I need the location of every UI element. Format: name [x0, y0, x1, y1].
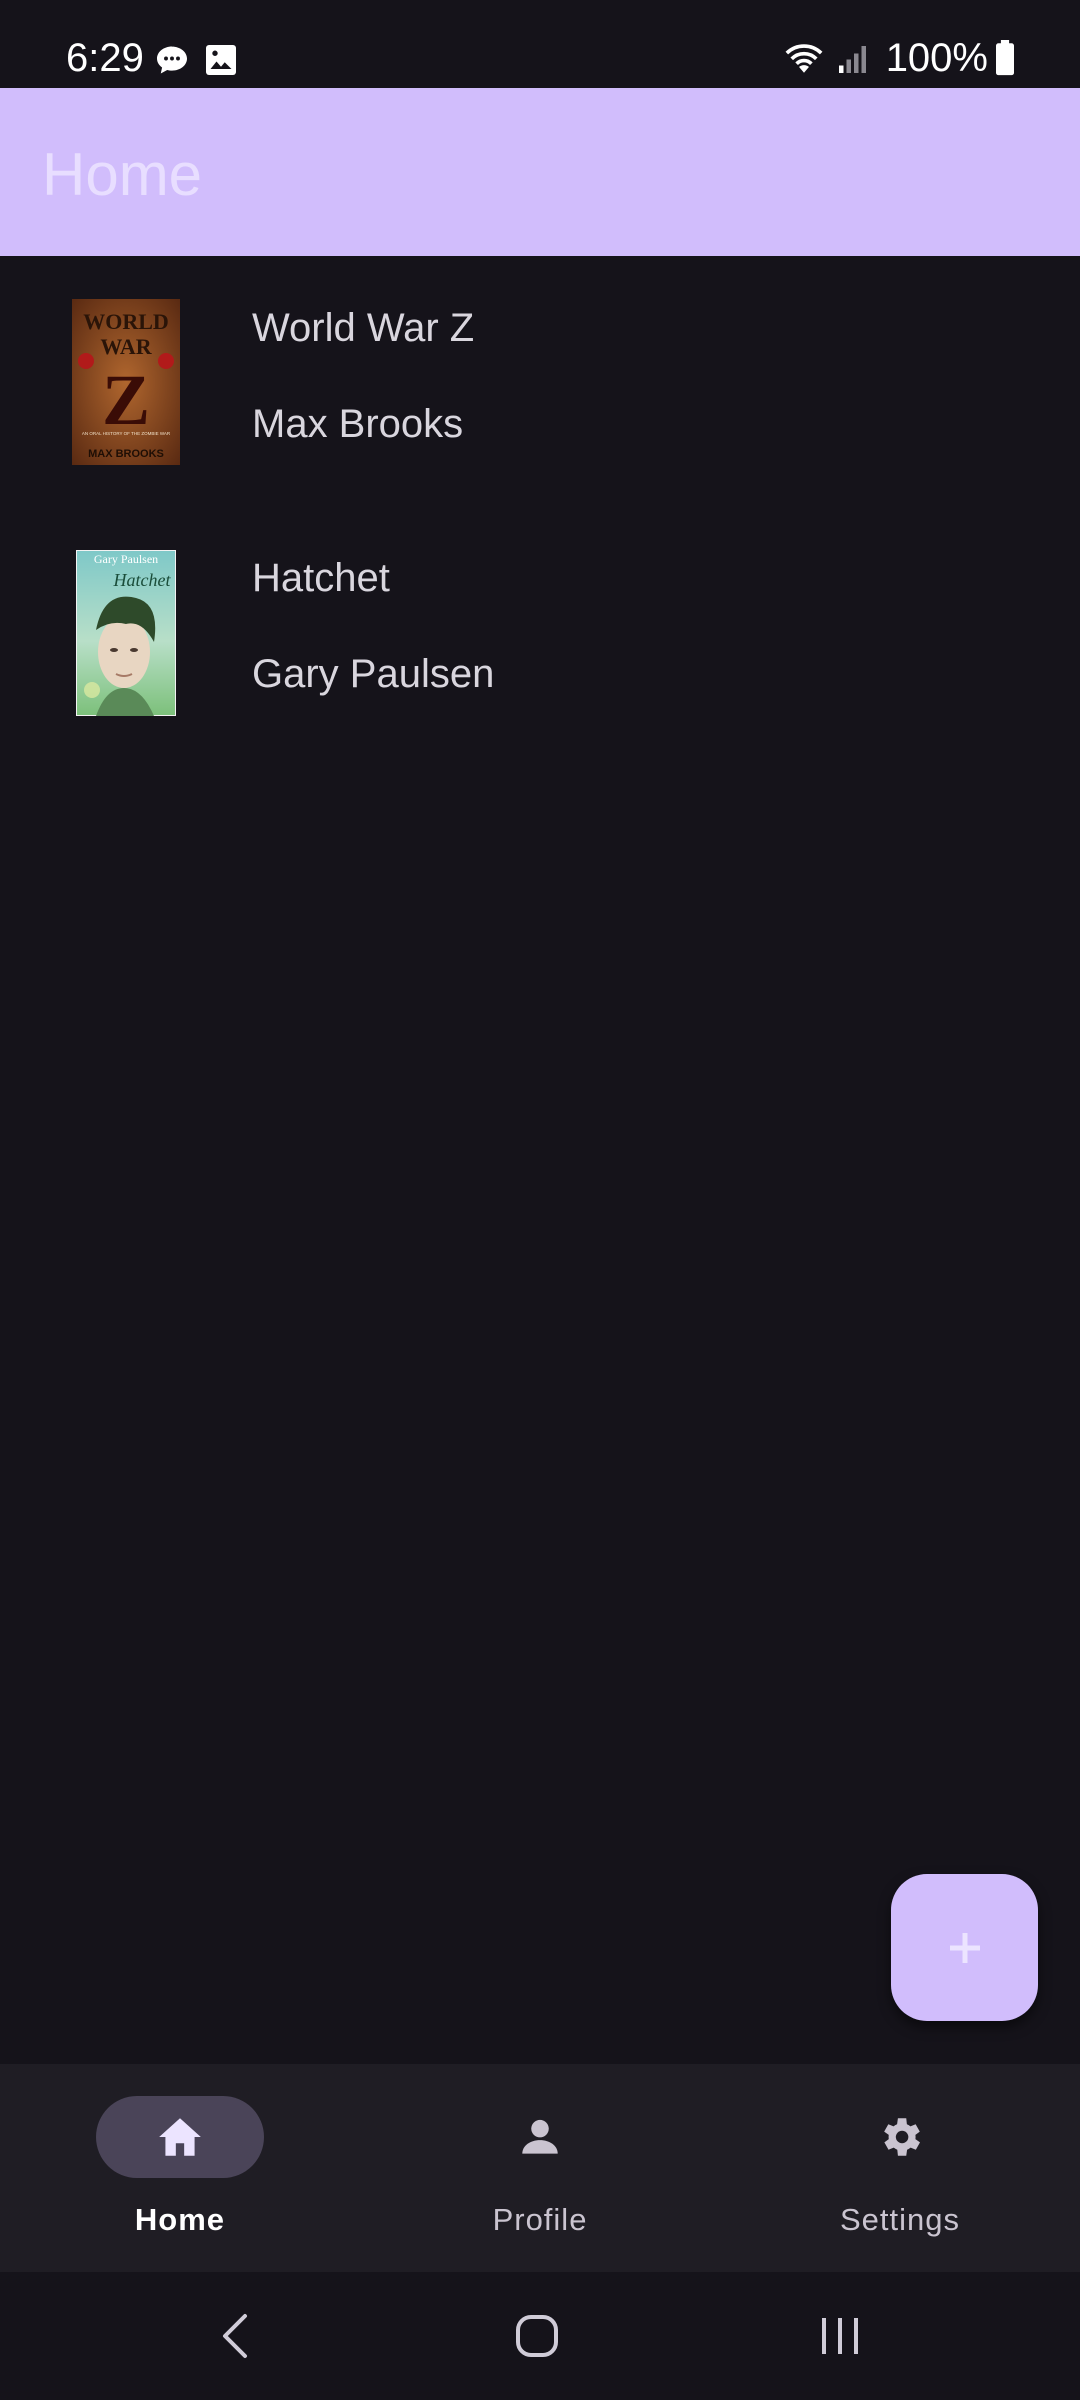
gear-icon — [884, 2118, 920, 2156]
book-cover-world-war-z: WORLD WAR Z AN ORAL HISTORY OF THE ZOMBI… — [72, 299, 180, 465]
svg-text:WAR: WAR — [100, 334, 152, 359]
book-cover-hatchet: Gary Paulsen Hatchet — [76, 550, 176, 716]
svg-text:WORLD: WORLD — [83, 309, 169, 334]
book-author: Gary Paulsen — [252, 652, 495, 696]
book-author: Max Brooks — [252, 402, 464, 446]
wifi-icon — [785, 44, 823, 73]
battery-percent: 100% — [885, 35, 988, 80]
svg-text:Z: Z — [102, 360, 150, 440]
plus-icon — [949, 1932, 980, 1963]
svg-text:MAX BROOKS: MAX BROOKS — [88, 448, 164, 460]
book-list-item[interactable]: Gary Paulsen Hatchet Hatchet Gary Paulse… — [0, 506, 1080, 756]
book-list-item[interactable]: WORLD WAR Z AN ORAL HISTORY OF THE ZOMBI… — [0, 256, 1080, 506]
home-icon — [159, 2118, 201, 2156]
add-book-button[interactable] — [891, 1874, 1038, 2021]
nav-label: Settings — [839, 2202, 960, 2237]
nav-label: Home — [134, 2202, 226, 2237]
book-title: Hatchet — [252, 556, 390, 600]
person-icon — [522, 2119, 558, 2154]
battery-icon — [996, 40, 1014, 76]
back-icon[interactable] — [175, 2272, 295, 2400]
svg-text:Gary Paulsen: Gary Paulsen — [94, 552, 158, 566]
status-bar: 6:29 100% — [0, 0, 1080, 88]
book-title: World War Z — [252, 306, 475, 350]
nav-item-settings[interactable]: Settings — [720, 2064, 1080, 2272]
page-title: Home — [42, 141, 203, 208]
nav-item-profile[interactable]: Profile — [360, 2064, 720, 2272]
signal-icon — [838, 46, 866, 73]
recents-icon[interactable] — [780, 2272, 900, 2400]
image-icon — [206, 45, 236, 75]
top-app-bar: Home — [0, 88, 1080, 256]
chat-bubble-icon — [157, 46, 187, 74]
svg-text:Hatchet: Hatchet — [113, 570, 172, 590]
home-circle-icon[interactable] — [477, 2272, 597, 2400]
nav-label: Profile — [492, 2202, 588, 2237]
status-time: 6:29 — [66, 36, 144, 80]
nav-item-home[interactable]: Home — [0, 2064, 360, 2272]
system-navigation-bar — [0, 2272, 1080, 2400]
svg-text:AN ORAL HISTORY OF THE ZOMBIE: AN ORAL HISTORY OF THE ZOMBIE WAR — [82, 431, 171, 436]
bottom-navigation: Home Profile Settings — [0, 2064, 1080, 2272]
